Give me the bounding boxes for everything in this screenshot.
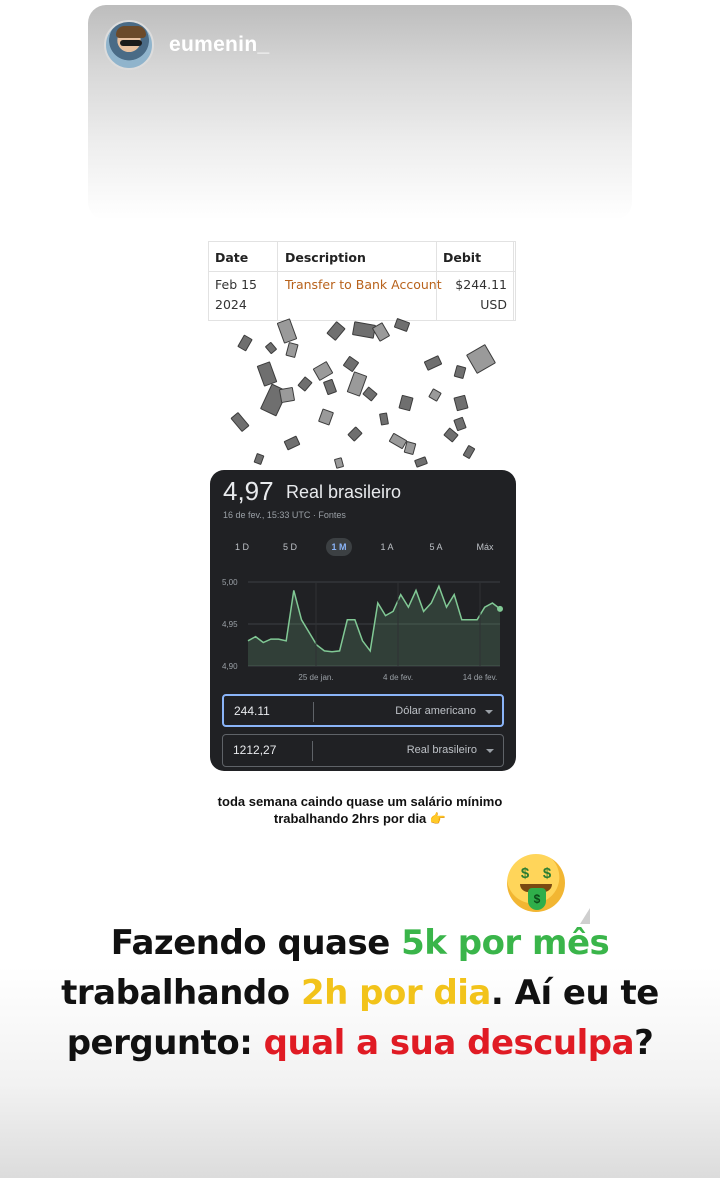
headline-part: Fazendo quase <box>110 923 402 963</box>
cell-debit: $244.11 USD <box>455 275 507 315</box>
money-bill <box>237 334 253 352</box>
date-line-1: Feb 15 <box>215 277 258 292</box>
money-bill <box>256 361 278 387</box>
money-bill <box>413 456 429 468</box>
dollar-tongue: $ <box>528 888 546 910</box>
dollar-eye-right: $ <box>542 865 552 882</box>
money-bill <box>453 416 467 432</box>
headline-part: . Aí eu te <box>490 973 659 1013</box>
target-currency-name: Real brasileiro <box>286 482 402 502</box>
money-bill <box>278 386 296 404</box>
dropdown-caret-icon[interactable] <box>486 749 494 753</box>
from-amount-field[interactable]: 244.11 Dólar americano <box>222 694 504 727</box>
header-date: Date <box>215 250 249 265</box>
to-amount-field[interactable]: 1212,27 Real brasileiro <box>222 734 504 767</box>
headline-part: ? <box>634 1023 654 1063</box>
money-bill <box>428 388 442 402</box>
column-divider <box>277 242 278 320</box>
money-bill <box>285 341 299 359</box>
money-bill <box>264 341 278 355</box>
money-bill <box>398 394 414 412</box>
currency-converter-card: 4,97 Real brasileiro 16 de fev., 15:33 U… <box>210 470 516 771</box>
debit-amount: $244.11 <box>455 277 507 292</box>
money-bill <box>333 457 345 469</box>
tab-max[interactable]: Máx <box>472 538 498 556</box>
dollar-eye-left: $ <box>520 865 530 882</box>
headline-highlight-red: qual a sua desculpa <box>263 1023 635 1063</box>
cell-description-link[interactable]: Transfer to Bank Account <box>285 275 442 295</box>
cell-date: Feb 15 2024 <box>215 275 257 315</box>
y-tick-label: 4,95 <box>222 620 238 629</box>
debit-currency: USD <box>480 297 507 312</box>
money-bill <box>403 440 417 456</box>
pointing-hand-icon: 👉 <box>429 811 447 826</box>
header-debit: Debit <box>443 250 482 265</box>
exchange-rate-chart: 5,00 4,95 4,90 25 de jan. 4 de fev. 14 de fev… <box>222 578 503 682</box>
exchange-rate: 4,97 <box>223 476 274 506</box>
dropdown-caret-icon[interactable] <box>485 710 493 714</box>
tab-1a[interactable]: 1 A <box>374 538 400 556</box>
headline-part: pergunto: <box>66 1023 264 1063</box>
username[interactable]: eumenin_ <box>169 33 269 57</box>
money-bill <box>317 408 335 426</box>
falling-money-illustration <box>225 317 500 469</box>
column-divider <box>513 242 514 320</box>
money-bill <box>347 426 363 442</box>
money-bill <box>276 318 298 344</box>
money-bill <box>230 411 250 433</box>
headline-highlight-yellow: 2h por dia <box>300 973 491 1013</box>
story-caption: toda semana caindo quase um salário míni… <box>160 793 560 827</box>
tab-1d[interactable]: 1 D <box>229 538 255 556</box>
avatar[interactable] <box>104 20 154 70</box>
tab-5a[interactable]: 5 A <box>423 538 449 556</box>
money-bill <box>253 452 265 466</box>
x-tick-label: 25 de jan. <box>298 673 333 682</box>
tab-1m[interactable]: 1 M <box>326 538 352 556</box>
y-tick-label: 5,00 <box>222 578 238 587</box>
money-bill <box>371 322 391 342</box>
money-bill <box>326 321 346 341</box>
transaction-table: Date Description Debit Feb 15 2024 Trans… <box>208 241 516 321</box>
from-amount-value[interactable]: 244.11 <box>234 704 270 718</box>
money-bill <box>465 343 497 375</box>
money-bill <box>342 355 360 373</box>
money-bill <box>393 317 411 333</box>
money-bill <box>362 386 378 402</box>
y-tick-label: 4,90 <box>222 662 238 671</box>
caption-line-2: trabalhando 2hrs por dia 👉 <box>160 810 560 827</box>
rate-timestamp: 16 de fev., 15:33 UTC · Fontes <box>223 510 346 520</box>
headline-text: Fazendo quase 5k por mês trabalhando 2h … <box>40 918 680 1068</box>
money-bill <box>462 444 476 460</box>
date-line-2: 2024 <box>215 297 247 312</box>
from-currency-select[interactable]: Dólar americano <box>395 705 476 717</box>
x-tick-label: 4 de fev. <box>383 673 413 682</box>
headline-highlight-green: 5k por mês <box>401 923 610 963</box>
avatar-hair <box>116 26 146 38</box>
money-bill <box>297 376 313 392</box>
money-bill <box>312 360 334 382</box>
money-bill <box>423 355 443 371</box>
x-tick-label: 14 de fev. <box>463 673 498 682</box>
tab-5d[interactable]: 5 D <box>277 538 303 556</box>
caption-line-1: toda semana caindo quase um salário míni… <box>217 794 503 809</box>
header-description: Description <box>285 250 366 265</box>
range-tabs: 1 D 5 D 1 M 1 A 5 A Máx <box>210 538 516 558</box>
caption-line-2-text: trabalhando 2hrs por dia <box>273 811 427 826</box>
field-divider <box>312 741 313 761</box>
money-bill <box>379 412 389 426</box>
last-point <box>497 605 503 612</box>
money-bill <box>322 378 338 396</box>
money-bill <box>283 435 301 451</box>
money-mouth-face-icon: $ $ $ <box>507 854 565 912</box>
money-bill <box>453 394 469 412</box>
field-divider <box>313 702 314 722</box>
avatar-glasses <box>120 40 142 46</box>
to-currency-select[interactable]: Real brasileiro <box>407 744 477 756</box>
to-amount-value[interactable]: 1212,27 <box>233 743 276 757</box>
money-bill <box>453 364 467 380</box>
headline-part: trabalhando <box>61 973 301 1013</box>
